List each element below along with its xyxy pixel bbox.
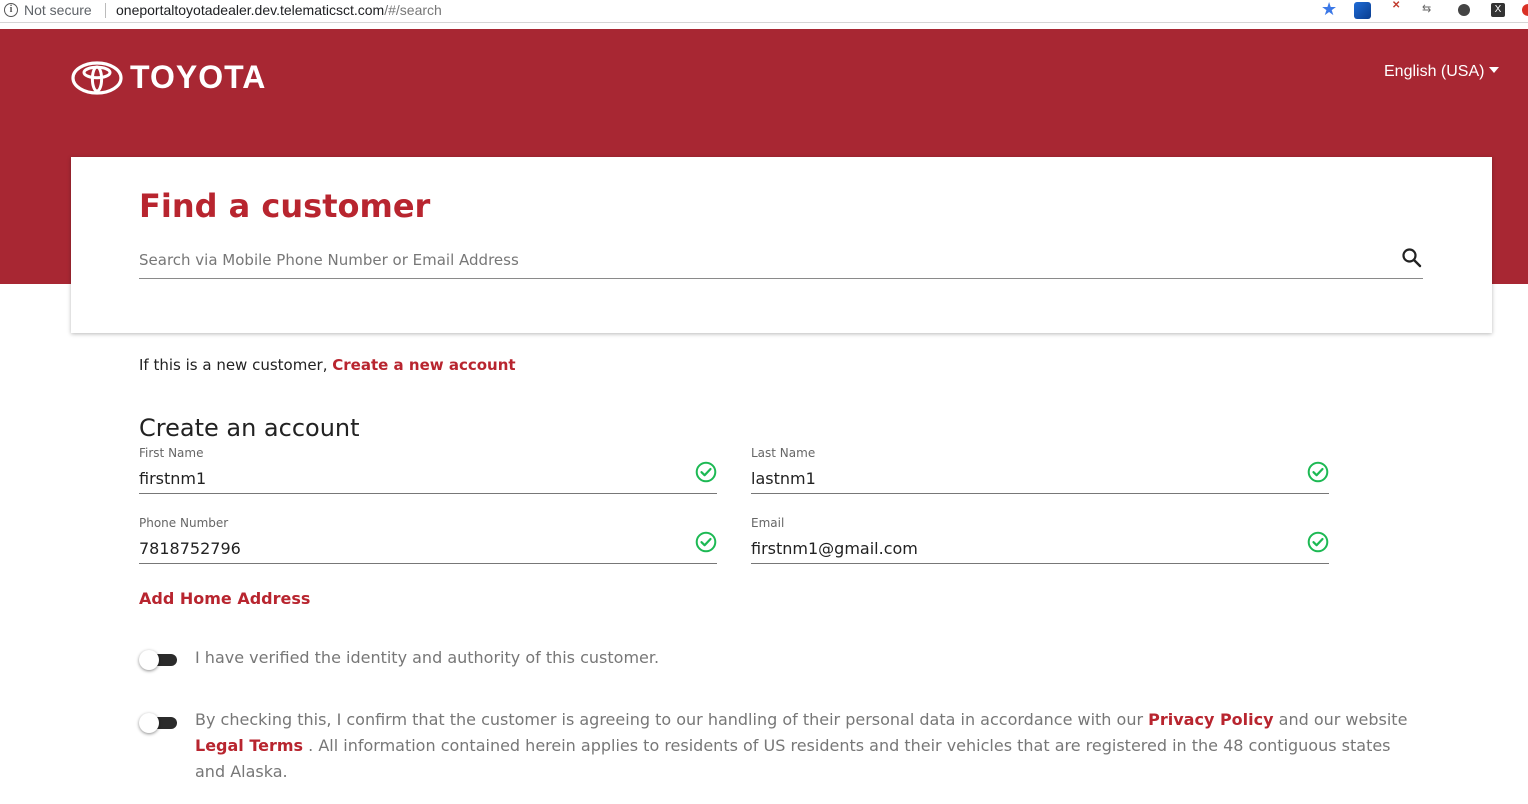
search-icon[interactable] bbox=[1401, 247, 1423, 269]
last-name-label: Last Name bbox=[751, 446, 816, 460]
phone-number-input[interactable] bbox=[139, 537, 669, 559]
email-label: Email bbox=[751, 516, 785, 530]
email-field: Email bbox=[751, 516, 1329, 564]
not-secure-label: Not secure bbox=[24, 2, 92, 18]
bookmark-star-icon[interactable]: ★ bbox=[1321, 0, 1337, 20]
url-path: /#/search bbox=[384, 2, 442, 18]
consent-text-part-1: By checking this, I confirm that the cus… bbox=[195, 710, 1144, 729]
create-account-heading: Create an account bbox=[139, 414, 360, 442]
toggle-thumb bbox=[139, 650, 159, 670]
url-text[interactable]: oneportaltoyotadealer.dev.telematicsct.c… bbox=[116, 2, 442, 18]
first-name-label: First Name bbox=[139, 446, 204, 460]
legal-terms-link[interactable]: Legal Terms bbox=[195, 736, 303, 755]
extension-icon-6[interactable] bbox=[1522, 4, 1528, 16]
first-name-input[interactable] bbox=[139, 467, 669, 489]
consent-text-part-3: . All information contained herein appli… bbox=[195, 736, 1391, 781]
brand-wordmark: TOYOTA bbox=[130, 59, 267, 95]
language-selector[interactable]: English (USA) bbox=[1384, 63, 1500, 81]
first-name-field: First Name bbox=[139, 446, 717, 494]
add-home-address-link[interactable]: Add Home Address bbox=[139, 589, 310, 608]
new-customer-prompt: If this is a new customer, Create a new … bbox=[139, 356, 516, 374]
language-label: English (USA) bbox=[1384, 63, 1485, 80]
browser-address-bar: i Not secure oneportaltoyotadealer.dev.t… bbox=[0, 0, 1528, 23]
privacy-policy-link[interactable]: Privacy Policy bbox=[1148, 710, 1273, 729]
phone-number-label: Phone Number bbox=[139, 516, 229, 530]
extension-icon-2[interactable]: ✕ bbox=[1390, 0, 1407, 19]
extension-icon-1[interactable] bbox=[1354, 2, 1371, 19]
last-name-input[interactable] bbox=[751, 467, 1281, 489]
url-divider bbox=[105, 3, 106, 18]
valid-check-icon bbox=[695, 461, 717, 483]
caret-down-icon bbox=[1489, 67, 1500, 73]
toggle-thumb bbox=[139, 713, 159, 733]
find-customer-card: Find a customer bbox=[71, 157, 1492, 333]
privacy-consent-text: By checking this, I confirm that the cus… bbox=[195, 707, 1420, 785]
search-field bbox=[139, 245, 1423, 279]
create-new-account-link[interactable]: Create a new account bbox=[332, 356, 515, 374]
page-title: Find a customer bbox=[139, 187, 431, 225]
phone-number-field: Phone Number bbox=[139, 516, 717, 564]
url-host: oneportaltoyotadealer.dev.telematicsct.c… bbox=[116, 2, 385, 18]
valid-check-icon bbox=[1307, 461, 1329, 483]
valid-check-icon bbox=[1307, 531, 1329, 553]
verify-identity-text: I have verified the identity and authori… bbox=[195, 648, 660, 667]
new-customer-text: If this is a new customer, bbox=[139, 356, 328, 374]
last-name-field: Last Name bbox=[751, 446, 1329, 494]
email-input[interactable] bbox=[751, 537, 1281, 559]
search-input[interactable] bbox=[139, 245, 1369, 275]
toyota-emblem-icon bbox=[71, 60, 123, 95]
verify-identity-toggle[interactable] bbox=[139, 650, 177, 670]
extension-icon-5[interactable]: X bbox=[1491, 3, 1505, 17]
valid-check-icon bbox=[695, 531, 717, 553]
extension-icon-3[interactable]: ⇆ bbox=[1422, 2, 1439, 19]
info-icon[interactable]: i bbox=[4, 3, 18, 17]
consent-text-part-2: and our website bbox=[1278, 710, 1408, 729]
toyota-logo[interactable]: TOYOTA bbox=[71, 59, 266, 96]
extension-icon-4[interactable] bbox=[1458, 4, 1470, 16]
privacy-consent-toggle[interactable] bbox=[139, 713, 177, 733]
